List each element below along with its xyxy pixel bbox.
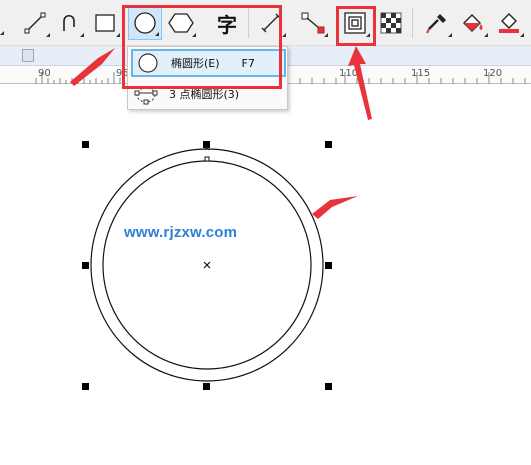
connector-tool-icon (301, 12, 325, 34)
ruler-label: 90 (38, 68, 51, 79)
curve-tool-button[interactable] (52, 6, 86, 40)
watermark-text: www.rjzxw.com (124, 224, 238, 241)
center-marker (203, 261, 211, 269)
overflow-triangle-icon[interactable] (0, 31, 4, 35)
transparency-tool-button[interactable] (374, 6, 408, 40)
ruler-label: 120 (483, 68, 503, 79)
ruler-label: 115 (411, 68, 431, 79)
line-tool-button[interactable] (18, 6, 52, 40)
smart-fill-tool-icon (499, 13, 519, 33)
fill-tool-button[interactable] (456, 6, 490, 40)
highlight-box-contour-tool (336, 6, 376, 46)
node-handle[interactable] (204, 156, 210, 162)
ruler-label: 110 (339, 68, 359, 79)
canvas-drawing (82, 141, 332, 390)
toolbar-separator (412, 8, 413, 38)
line-tool-icon (24, 12, 46, 34)
fill-tool-icon (463, 14, 483, 32)
smart-fill-tool-button[interactable] (492, 6, 526, 40)
highlight-box-ellipse-tools (122, 5, 282, 89)
rectangle-tool-button[interactable] (88, 6, 122, 40)
property-bar-control[interactable] (22, 49, 34, 62)
transparency-tool-icon (380, 12, 402, 34)
connector-tool-button[interactable] (296, 6, 330, 40)
eyedropper-tool-icon (426, 14, 446, 34)
corel-draw-window: 字 90 95 110 115 120 椭圆形(E) F7 3 点椭圆形(3) … (0, 0, 531, 465)
curve-tool-icon (63, 14, 75, 31)
eyedropper-tool-button[interactable] (420, 6, 454, 40)
rectangle-tool-icon (95, 14, 115, 32)
drawing-canvas[interactable] (0, 85, 531, 465)
